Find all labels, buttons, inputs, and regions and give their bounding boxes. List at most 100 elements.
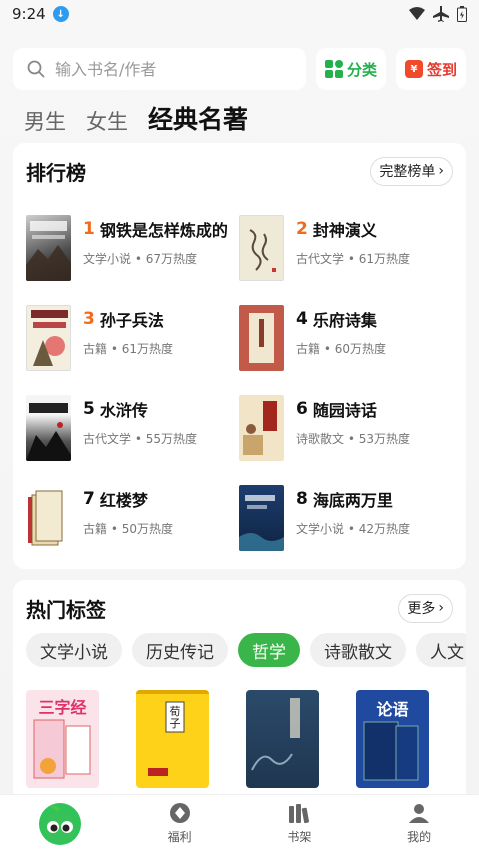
category-label: 分类 xyxy=(347,60,378,79)
rank-item[interactable]: 4 乐府诗集 古籍 • 60万热度 xyxy=(239,305,452,375)
tab-male[interactable]: 男生 xyxy=(24,106,66,136)
nav-shelf[interactable]: 书架 xyxy=(240,795,360,852)
book-cover[interactable]: 三字经 xyxy=(26,690,99,788)
coupon-icon: ¥ xyxy=(405,60,423,78)
book-cover xyxy=(26,215,71,281)
cover-art xyxy=(251,698,300,771)
nav-home[interactable] xyxy=(0,795,120,852)
rank-number: 3 xyxy=(83,309,95,329)
airplane-icon xyxy=(433,6,449,22)
rank-info: 8 海底两万里 文学小说 • 42万热度 xyxy=(296,485,410,555)
ranking-grid: 1 钢铁是怎样炼成的 文学小说 • 67万热度 2 封神演义 古代文学 • 61万热… xyxy=(26,215,456,555)
rank-item[interactable]: 2 封神演义 古代文学 • 61万热度 xyxy=(239,215,452,285)
book-cover-title: 荀子 xyxy=(169,705,181,730)
nav-welfare[interactable]: 福利 xyxy=(120,795,240,852)
rank-number: 6 xyxy=(296,399,308,419)
rank-number: 4 xyxy=(296,309,308,329)
cover-art xyxy=(31,310,68,366)
book-meta: 古籍 • 61万热度 xyxy=(83,342,173,356)
cover-art xyxy=(249,313,274,363)
mascot-icon xyxy=(38,802,81,845)
cover-art xyxy=(243,401,277,455)
rank-info: 6 随园诗话 诗歌散文 • 53万热度 xyxy=(296,395,410,465)
book-meta: 古籍 • 60万热度 xyxy=(296,342,386,356)
welfare-icon xyxy=(169,803,190,823)
user-icon xyxy=(409,804,430,823)
rank-number: 8 xyxy=(296,489,308,509)
hot-tags-header: 热门标签 更多 › xyxy=(13,580,466,636)
tag-chip[interactable]: 诗歌散文 xyxy=(310,633,406,667)
book-meta: 文学小说 • 42万热度 xyxy=(296,522,410,536)
rank-info: 7 红楼梦 古籍 • 50万热度 xyxy=(83,485,173,555)
bottom-nav: 福利 书架 我的 xyxy=(0,794,479,852)
tab-female[interactable]: 女生 xyxy=(86,106,128,136)
tag-chip[interactable]: 人文 xyxy=(416,633,466,667)
nav-mine[interactable]: 我的 xyxy=(359,795,479,852)
search-row: 分类 ¥ 签到 xyxy=(13,48,466,90)
tag-chip-selected[interactable]: 哲学 xyxy=(238,633,300,667)
book-cover xyxy=(239,395,284,461)
rank-number: 1 xyxy=(83,219,95,239)
book-title: 海底两万里 xyxy=(312,491,393,510)
rank-item[interactable]: 1 钢铁是怎样炼成的 文学小说 • 67万热度 xyxy=(26,215,239,285)
rank-item[interactable]: 8 海底两万里 文学小说 • 42万热度 xyxy=(239,485,452,555)
more-button[interactable]: 更多 › xyxy=(398,593,453,623)
book-title: 封神演义 xyxy=(312,221,377,240)
book-cover xyxy=(26,485,71,551)
book-title: 随园诗话 xyxy=(312,401,377,420)
ranking-header: 排行榜 完整榜单 › xyxy=(13,143,466,199)
book-cover xyxy=(26,305,71,371)
tag-chip[interactable]: 文学小说 xyxy=(26,633,122,667)
book-cover[interactable] xyxy=(246,690,319,788)
book-cover xyxy=(26,395,71,461)
bookshelf-icon xyxy=(289,804,310,824)
status-time: 9:24 xyxy=(12,5,46,23)
nav-welfare-label: 福利 xyxy=(167,830,192,844)
search-icon xyxy=(27,60,45,78)
hot-tags-title: 热门标签 xyxy=(26,597,106,622)
ranking-card: 排行榜 完整榜单 › 1 钢铁是怎样炼成的 文学小说 • 67万热度 2 封神演义 … xyxy=(13,143,466,569)
book-meta: 古代文学 • 61万热度 xyxy=(296,252,410,266)
rank-number: 5 xyxy=(83,399,95,419)
cover-art xyxy=(26,403,71,461)
rank-item[interactable]: 5 水浒传 古代文学 • 55万热度 xyxy=(26,395,239,465)
chevron-right-icon: › xyxy=(438,163,444,179)
cover-art xyxy=(239,495,284,551)
rank-item[interactable]: 3 孙子兵法 古籍 • 61万热度 xyxy=(26,305,239,375)
status-bar: 9:24 ↓ xyxy=(0,0,479,28)
book-cover xyxy=(239,485,284,551)
search-box[interactable] xyxy=(13,48,306,90)
rank-info: 3 孙子兵法 古籍 • 61万热度 xyxy=(83,305,173,375)
category-button[interactable]: 分类 xyxy=(316,48,386,90)
hot-tags-card: 热门标签 更多 › 文学小说 历史传记 哲学 诗歌散文 人文 三字经 荀子 论语 xyxy=(13,580,466,820)
book-title: 孙子兵法 xyxy=(99,311,164,330)
book-title: 乐府诗集 xyxy=(312,311,377,330)
cover-art xyxy=(26,221,71,281)
grid-icon xyxy=(325,60,343,78)
more-label: 更多 xyxy=(407,601,436,617)
tab-classics[interactable]: 经典名著 xyxy=(148,100,248,136)
top-tabs: 男生 女生 经典名著 xyxy=(24,100,248,136)
full-list-label: 完整榜单 xyxy=(379,164,436,180)
nav-shelf-label: 书架 xyxy=(287,830,312,844)
signin-button[interactable]: ¥ 签到 xyxy=(396,48,466,90)
wifi-icon xyxy=(409,7,425,20)
rank-item[interactable]: 7 红楼梦 古籍 • 50万热度 xyxy=(26,485,239,555)
tag-chip[interactable]: 历史传记 xyxy=(132,633,228,667)
book-title: 红楼梦 xyxy=(99,491,148,510)
rank-info: 4 乐府诗集 古籍 • 60万热度 xyxy=(296,305,386,375)
book-cover[interactable]: 论语 xyxy=(356,690,429,788)
tag-row: 文学小说 历史传记 哲学 诗歌散文 人文 xyxy=(26,633,466,667)
tag-book-row: 三字经 荀子 论语 xyxy=(26,690,429,788)
rank-info: 1 钢铁是怎样炼成的 文学小说 • 67万热度 xyxy=(83,215,228,285)
battery-icon xyxy=(457,6,467,22)
book-cover[interactable]: 荀子 xyxy=(136,690,209,788)
rank-item[interactable]: 6 随园诗话 诗歌散文 • 53万热度 xyxy=(239,395,452,465)
search-input[interactable] xyxy=(55,59,275,79)
book-meta: 诗歌散文 • 53万热度 xyxy=(296,432,410,446)
book-meta: 古籍 • 50万热度 xyxy=(83,522,173,536)
cover-art xyxy=(33,719,91,779)
book-title: 钢铁是怎样炼成的 xyxy=(99,221,228,240)
full-list-button[interactable]: 完整榜单 › xyxy=(370,156,453,186)
cover-art xyxy=(28,490,63,546)
